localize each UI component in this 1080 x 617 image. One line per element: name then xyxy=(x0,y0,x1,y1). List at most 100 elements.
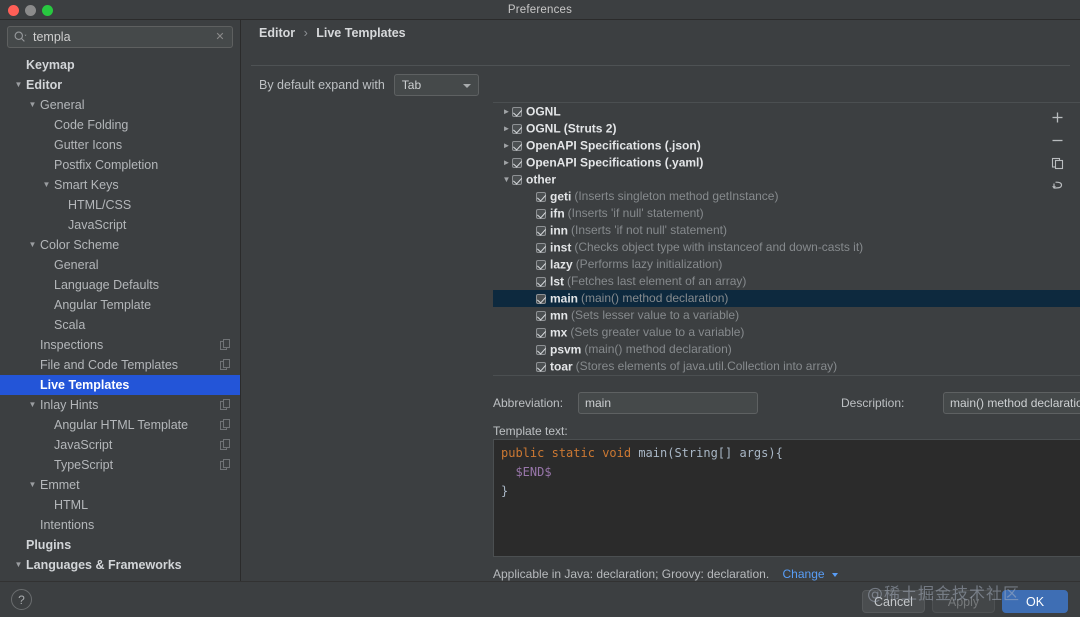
clear-icon[interactable]: ✕ xyxy=(212,31,228,43)
template-enabled-checkbox[interactable] xyxy=(536,310,546,321)
chevron-down-icon[interactable]: ▼ xyxy=(28,95,37,115)
template-enabled-checkbox[interactable] xyxy=(512,140,522,151)
sidebar-item-inspections[interactable]: Inspections xyxy=(0,335,240,355)
template-group-row[interactable]: ► OpenAPI Specifications (.json) xyxy=(493,137,1080,154)
sidebar-item-intentions[interactable]: Intentions xyxy=(0,515,240,535)
sidebar-item-general[interactable]: General xyxy=(0,255,240,275)
template-enabled-checkbox[interactable] xyxy=(536,293,546,304)
sidebar-item-label: Smart Keys xyxy=(54,178,119,192)
template-enabled-checkbox[interactable] xyxy=(512,123,522,134)
sidebar-item-label: Live Templates xyxy=(40,378,130,392)
template-enabled-checkbox[interactable] xyxy=(512,174,522,185)
template-enabled-checkbox[interactable] xyxy=(536,225,546,236)
sidebar-item-code-folding[interactable]: Code Folding xyxy=(0,115,240,135)
ok-button[interactable]: OK xyxy=(1002,590,1068,613)
templates-list[interactable]: ► OGNL ► OGNL (Struts 2) ► OpenAPI Specificat… xyxy=(493,102,1080,376)
template-enabled-checkbox[interactable] xyxy=(536,276,546,287)
sidebar-item-gutter-icons[interactable]: Gutter Icons xyxy=(0,135,240,155)
help-button[interactable]: ? xyxy=(11,589,32,610)
cancel-button[interactable]: Cancel xyxy=(862,590,925,613)
template-row[interactable]: psvm (main() method declaration) xyxy=(493,341,1080,358)
chevron-right-icon[interactable]: ► xyxy=(501,103,512,120)
chevron-down-icon[interactable]: ▼ xyxy=(501,171,512,188)
sidebar-item-smart-keys[interactable]: ▼ Smart Keys xyxy=(0,175,240,195)
template-group-row[interactable]: ► OGNL (Struts 2) xyxy=(493,120,1080,137)
minimize-window-button[interactable] xyxy=(25,5,36,16)
abbreviation-input[interactable] xyxy=(578,392,758,414)
template-row[interactable]: ifn (Inserts 'if null' statement) xyxy=(493,205,1080,222)
sidebar-item-language-defaults[interactable]: Language Defaults xyxy=(0,275,240,295)
chevron-down-icon[interactable]: ▼ xyxy=(14,555,23,575)
sidebar-item-label: File and Code Templates xyxy=(40,358,179,372)
chevron-right-icon[interactable]: ► xyxy=(501,137,512,154)
chevron-down-icon[interactable]: ▼ xyxy=(14,75,23,95)
sidebar-item-general[interactable]: ▼ General xyxy=(0,95,240,115)
chevron-down-icon[interactable]: ▼ xyxy=(28,395,37,415)
template-group-row[interactable]: ► OGNL xyxy=(493,103,1080,120)
sidebar-item-inlay-hints[interactable]: ▼ Inlay Hints xyxy=(0,395,240,415)
default-expand-label: By default expand with xyxy=(259,78,385,92)
template-row[interactable]: main (main() method declaration) xyxy=(493,290,1080,307)
sidebar-item-color-scheme[interactable]: ▼ Color Scheme xyxy=(0,235,240,255)
template-enabled-checkbox[interactable] xyxy=(536,191,546,202)
sidebar-item-postfix-completion[interactable]: Postfix Completion xyxy=(0,155,240,175)
breadcrumb-parent[interactable]: Editor xyxy=(259,26,295,40)
chevron-right-icon[interactable]: ► xyxy=(501,154,512,171)
sidebar-item-keymap[interactable]: Keymap xyxy=(0,55,240,75)
add-icon[interactable] xyxy=(1046,106,1068,129)
sidebar-item-html[interactable]: HTML xyxy=(0,495,240,515)
duplicate-icon[interactable] xyxy=(1046,152,1068,175)
sidebar-item-label: Languages & Frameworks xyxy=(26,558,182,572)
sidebar-item-languages-frameworks[interactable]: ▼ Languages & Frameworks xyxy=(0,555,240,575)
sidebar-item-emmet[interactable]: ▼ Emmet xyxy=(0,475,240,495)
template-enabled-checkbox[interactable] xyxy=(512,106,522,117)
default-expand-select[interactable]: Tab xyxy=(393,74,479,96)
template-abbreviation: lst xyxy=(550,274,565,289)
chevron-down-icon[interactable]: ▼ xyxy=(28,235,37,255)
template-group-row[interactable]: ► OpenAPI Specifications (.yaml) xyxy=(493,154,1080,171)
template-enabled-checkbox[interactable] xyxy=(536,327,546,338)
close-window-button[interactable] xyxy=(8,5,19,16)
zoom-window-button[interactable] xyxy=(42,5,53,16)
change-context-link[interactable]: Change xyxy=(783,567,838,581)
sidebar-item-angular-html-template[interactable]: Angular HTML Template xyxy=(0,415,240,435)
description-input[interactable] xyxy=(943,392,1080,414)
template-enabled-checkbox[interactable] xyxy=(536,242,546,253)
sidebar-item-live-templates[interactable]: Live Templates xyxy=(0,375,240,395)
sidebar-item-editor[interactable]: ▼ Editor xyxy=(0,75,240,95)
template-enabled-checkbox[interactable] xyxy=(536,259,546,270)
chevron-right-icon[interactable]: ► xyxy=(501,120,512,137)
template-enabled-checkbox[interactable] xyxy=(536,344,546,355)
template-row[interactable]: toar (Stores elements of java.util.Collec… xyxy=(493,358,1080,375)
template-group-row[interactable]: ▼ other xyxy=(493,171,1080,188)
revert-icon[interactable] xyxy=(1046,175,1068,198)
sidebar-item-plugins[interactable]: Plugins xyxy=(0,535,240,555)
template-row[interactable]: geti (Inserts singleton method getInstanc… xyxy=(493,188,1080,205)
template-enabled-checkbox[interactable] xyxy=(536,361,546,372)
chevron-down-icon[interactable]: ▼ xyxy=(28,475,37,495)
sidebar-item-file-and-code-templates[interactable]: File and Code Templates xyxy=(0,355,240,375)
template-row[interactable]: lazy (Performs lazy initialization) xyxy=(493,256,1080,273)
search-box[interactable]: ✕ xyxy=(7,26,233,48)
template-row[interactable]: mx (Sets greater value to a variable) xyxy=(493,324,1080,341)
remove-icon[interactable] xyxy=(1046,129,1068,152)
sidebar-item-javascript[interactable]: JavaScript xyxy=(0,435,240,455)
template-description: (Inserts 'if not null' statement) xyxy=(571,223,727,238)
template-text-editor[interactable]: public static void main(String[] args){ … xyxy=(493,439,1080,557)
sidebar-item-html-css[interactable]: HTML/CSS xyxy=(0,195,240,215)
template-enabled-checkbox[interactable] xyxy=(512,157,522,168)
chevron-down-icon[interactable]: ▼ xyxy=(42,175,51,195)
apply-button[interactable]: Apply xyxy=(932,590,995,613)
sidebar-item-javascript[interactable]: JavaScript xyxy=(0,215,240,235)
sidebar-item-label: Scala xyxy=(54,318,86,332)
template-row[interactable]: inst (Checks object type with instanceof … xyxy=(493,239,1080,256)
template-enabled-checkbox[interactable] xyxy=(536,208,546,219)
sidebar-item-typescript[interactable]: TypeScript xyxy=(0,455,240,475)
template-row[interactable]: lst (Fetches last element of an array) xyxy=(493,273,1080,290)
template-row[interactable]: mn (Sets lesser value to a variable) xyxy=(493,307,1080,324)
sidebar-item-angular-template[interactable]: Angular Template xyxy=(0,295,240,315)
template-row[interactable]: inn (Inserts 'if not null' statement) xyxy=(493,222,1080,239)
sidebar-item-scala[interactable]: Scala xyxy=(0,315,240,335)
template-description: (Sets greater value to a variable) xyxy=(570,325,745,340)
search-input[interactable] xyxy=(27,30,212,44)
